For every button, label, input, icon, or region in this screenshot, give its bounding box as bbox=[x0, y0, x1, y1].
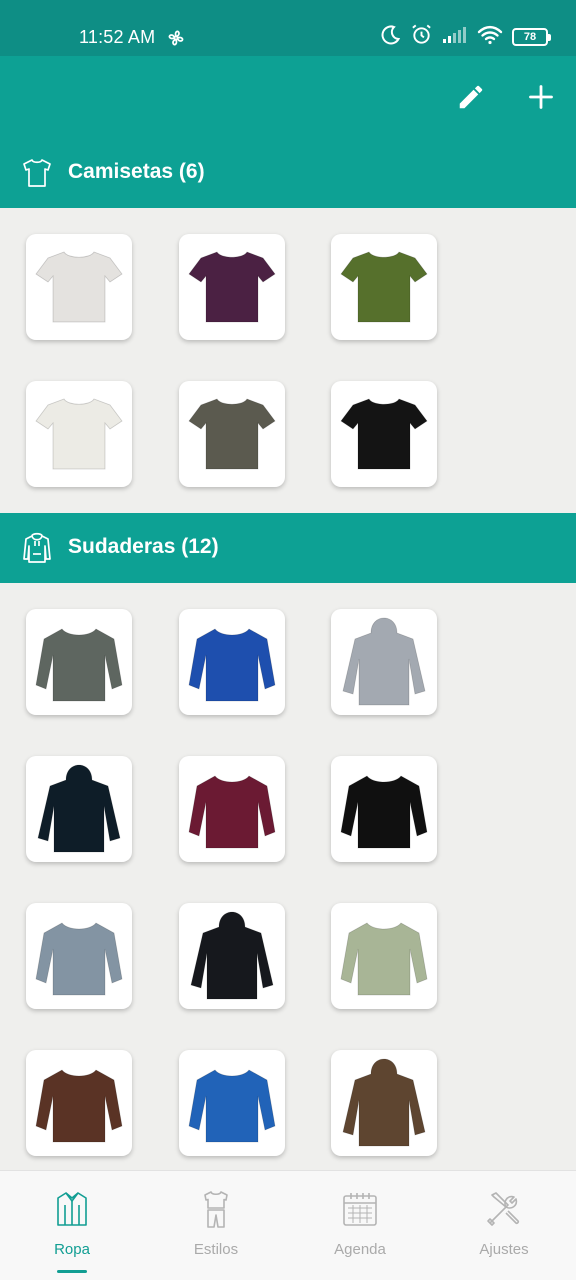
garment-thumbnail[interactable] bbox=[179, 756, 285, 862]
active-tab-indicator bbox=[57, 1270, 87, 1273]
nav-ropa[interactable]: Ropa bbox=[0, 1171, 144, 1280]
garment-image bbox=[340, 251, 428, 323]
nav-label: Ropa bbox=[54, 1241, 90, 1258]
add-icon[interactable] bbox=[522, 78, 560, 116]
garment-thumbnail[interactable] bbox=[331, 903, 437, 1009]
garment-image bbox=[188, 398, 276, 470]
garment-thumbnail[interactable] bbox=[331, 1050, 437, 1156]
nav-estilos[interactable]: Estilos bbox=[144, 1171, 288, 1280]
garment-image bbox=[188, 775, 276, 849]
garment-image bbox=[342, 1058, 426, 1147]
garment-thumbnail[interactable] bbox=[331, 756, 437, 862]
bottom-navigation: Ropa Estilos Agenda Ajustes bbox=[0, 1170, 576, 1280]
garment-image bbox=[340, 775, 428, 849]
garment-thumbnail[interactable] bbox=[331, 234, 437, 340]
garment-image bbox=[35, 1069, 123, 1143]
nav-label: Estilos bbox=[193, 1241, 239, 1258]
status-icons: 78 bbox=[379, 23, 551, 51]
garment-image bbox=[188, 251, 276, 323]
tools-icon bbox=[484, 1189, 524, 1229]
nav-ajustes[interactable]: Ajustes bbox=[432, 1171, 576, 1280]
section-header-camisetas: Camisetas (6) bbox=[0, 138, 576, 208]
garment-image bbox=[340, 398, 428, 470]
status-time: 11:52 AM bbox=[79, 27, 156, 47]
signal-icon bbox=[442, 26, 468, 49]
shirt-icon bbox=[52, 1189, 92, 1229]
garment-thumbnail[interactable] bbox=[179, 1050, 285, 1156]
nav-label: Ajustes bbox=[479, 1241, 529, 1258]
outfit-icon bbox=[196, 1189, 236, 1229]
garment-thumbnail[interactable] bbox=[179, 381, 285, 487]
calendar-icon bbox=[340, 1189, 380, 1229]
garment-thumbnail[interactable] bbox=[26, 381, 132, 487]
garment-thumbnail[interactable] bbox=[179, 234, 285, 340]
garment-image bbox=[35, 398, 123, 470]
garment-image bbox=[35, 251, 123, 323]
hoodie-icon bbox=[21, 532, 53, 564]
battery-icon: 78 bbox=[512, 28, 551, 46]
fan-icon bbox=[166, 28, 186, 48]
garment-thumbnail[interactable] bbox=[26, 756, 132, 862]
edit-icon[interactable] bbox=[452, 78, 490, 116]
garment-thumbnail[interactable] bbox=[26, 609, 132, 715]
nav-agenda[interactable]: Agenda bbox=[288, 1171, 432, 1280]
garment-image bbox=[35, 628, 123, 702]
tshirt-icon bbox=[21, 157, 53, 189]
garment-thumbnail[interactable] bbox=[179, 903, 285, 1009]
garment-image bbox=[35, 922, 123, 996]
alarm-icon bbox=[410, 23, 433, 51]
section-header-sudaderas: Sudaderas (12) bbox=[0, 513, 576, 583]
garment-thumbnail[interactable] bbox=[26, 234, 132, 340]
wifi-icon bbox=[477, 25, 503, 50]
garment-image bbox=[188, 628, 276, 702]
garment-thumbnail[interactable] bbox=[179, 609, 285, 715]
garment-image bbox=[190, 911, 274, 1000]
garment-image bbox=[342, 617, 426, 706]
garment-thumbnail[interactable] bbox=[331, 381, 437, 487]
garment-image bbox=[188, 1069, 276, 1143]
garment-thumbnail[interactable] bbox=[331, 609, 437, 715]
garment-thumbnail[interactable] bbox=[26, 1050, 132, 1156]
garment-image bbox=[340, 922, 428, 996]
battery-level: 78 bbox=[523, 31, 537, 43]
section-title: Camisetas (6) bbox=[68, 160, 205, 183]
section-title: Sudaderas (12) bbox=[68, 535, 219, 558]
garment-thumbnail[interactable] bbox=[26, 903, 132, 1009]
app-toolbar bbox=[0, 56, 576, 138]
garment-image bbox=[37, 764, 121, 853]
moon-icon bbox=[379, 24, 401, 51]
nav-label: Agenda bbox=[334, 1241, 386, 1258]
status-bar: 11:52 AM 78 bbox=[0, 0, 576, 56]
